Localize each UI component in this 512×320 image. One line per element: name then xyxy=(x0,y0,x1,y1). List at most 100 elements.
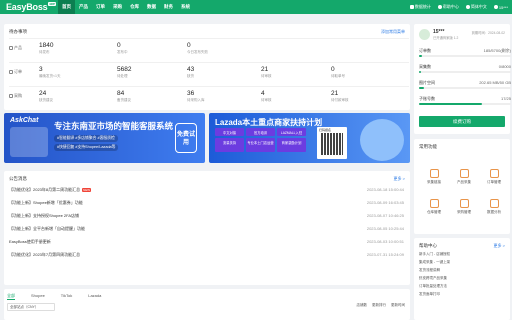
quick-item-icon xyxy=(489,169,499,178)
announcement-title: 【功能上新】Shopee新增「优惠券」功能 xyxy=(9,200,83,205)
metric-label: 备货建议 xyxy=(117,98,131,102)
metric-label: 今日发布失败 xyxy=(187,50,208,54)
quota-row: 采集数 0/8000 xyxy=(419,64,511,70)
quick-item-icon xyxy=(459,199,469,208)
help-article[interactable]: 虾皮跨境产品采集 xyxy=(419,276,450,281)
site-tab[interactable]: Shopee xyxy=(31,293,45,300)
sort-option[interactable]: 更新排行 xyxy=(372,303,386,308)
help-article[interactable]: 集成采集 - 一键上架 xyxy=(419,260,450,265)
announce-title: 公告消息 xyxy=(9,176,27,181)
lazada-tag: 商家激励计划 xyxy=(277,138,306,152)
todo-metric[interactable]: 4 待审核 xyxy=(261,90,272,103)
nav-item[interactable]: 产品 xyxy=(75,0,92,14)
add-menu-link[interactable]: 添加常用菜单 xyxy=(381,29,405,35)
todo-row: 采购 24 缺货建议 84 备货建议 36 待采购入库 4 待审核 21 待付款审核 xyxy=(9,86,409,110)
help-title: 帮助中心 xyxy=(419,243,437,248)
renew-button[interactable]: 续费订购 xyxy=(419,116,505,127)
todo-metric[interactable]: 21 待审核 xyxy=(261,66,272,79)
sort-option[interactable]: 店铺数 xyxy=(357,303,368,308)
user-icon xyxy=(493,5,498,9)
lazada-title: Lazada本土重点商家扶持计划 xyxy=(215,118,323,127)
help-article[interactable]: 订单批量处理方法 xyxy=(419,284,450,289)
quick-item[interactable]: 采集链接 xyxy=(420,169,448,185)
nav-item[interactable]: 仓库 xyxy=(126,0,143,14)
todo-metric[interactable]: 0 发布中 xyxy=(117,42,128,55)
announcement-date: 2023-08-07 10:46:25 xyxy=(366,213,404,218)
metric-label: 待付款审核 xyxy=(331,98,349,102)
announce-more-link[interactable]: 更多 > xyxy=(394,176,405,182)
help-more-link[interactable]: 更多 > xyxy=(494,243,505,249)
quick-item-label: 仓库管理 xyxy=(427,210,441,214)
quota-bar-fill xyxy=(419,103,482,105)
sort-option[interactable]: 更新时间 xyxy=(391,303,405,308)
help-article[interactable]: 发货流程讲解 xyxy=(419,268,450,273)
announcement-item[interactable]: 【功能上新】全平台新增「自动提醒」功能 2023-08-05 10:25:44 xyxy=(9,226,409,232)
todo-metric[interactable]: 36 待采购入库 xyxy=(187,90,205,103)
nav-item[interactable]: 首页 xyxy=(58,0,75,14)
nav-item[interactable]: 财务 xyxy=(160,0,177,14)
help-article[interactable]: 新手入门 - 店铺授权 xyxy=(419,252,450,257)
todo-metric[interactable]: 21 待付款审核 xyxy=(331,90,349,103)
todo-metric[interactable]: 0 待取单号 xyxy=(331,66,345,79)
avatar xyxy=(419,29,430,40)
quota-bar-fill xyxy=(419,87,424,89)
todo-metric[interactable]: 1840 待发布 xyxy=(39,42,53,55)
quota-label: 订单数 xyxy=(419,48,431,53)
site-tab[interactable]: Lazada xyxy=(88,293,101,300)
todo-metric[interactable]: 5682 待处理 xyxy=(117,66,131,79)
help-link[interactable]: 帮助中心 xyxy=(437,4,459,10)
quick-panel: 常用功能 采集链接 产品采集 订单管理 仓库管理 采购管理 数据分析 xyxy=(414,139,510,234)
brand-logo[interactable]: EasyBoss ERP xyxy=(6,2,57,12)
site-select[interactable]: 全部站点（CNY） xyxy=(7,303,55,311)
nav-item[interactable]: 采购 xyxy=(109,0,126,14)
category-icon xyxy=(9,46,13,50)
language-select[interactable]: 简体中文 xyxy=(465,4,487,10)
site-tab[interactable]: TikTok xyxy=(61,293,72,300)
todo-metric[interactable]: 24 缺货建议 xyxy=(39,90,53,103)
todo-metric[interactable]: 84 备货建议 xyxy=(117,90,131,103)
todo-metric[interactable]: 43 缺货 xyxy=(187,66,194,79)
nav-item[interactable]: 系统 xyxy=(177,0,194,14)
stats-link[interactable]: 数据统计 xyxy=(409,4,431,10)
nav-item[interactable]: 订单 xyxy=(92,0,109,14)
metric-value: 3 xyxy=(39,66,43,73)
announcement-item[interactable]: EasyBoss使用手册更新 2023-08-03 10:00:51 xyxy=(9,239,409,245)
metric-value: 0 xyxy=(331,66,335,73)
announcement-date: 2023-08-09 16:03:45 xyxy=(366,200,404,205)
announcement-item[interactable]: 【功能优化】2023年8月第二周功能汇总 NEW 2023-08-18 15:00:… xyxy=(9,187,409,193)
todo-metric[interactable]: 3 最晚发货<1天 xyxy=(39,66,61,79)
category-icon xyxy=(9,94,13,98)
top-bar: EasyBoss ERP 首页 产品 订单 采购 仓库 数据 财务 系统 数据统计 帮助中心 简… xyxy=(0,0,512,14)
announcement-date: 2023-08-05 10:25:44 xyxy=(366,226,404,231)
site-tab[interactable]: 全部 xyxy=(7,293,15,300)
user-menu[interactable]: 15*** xyxy=(493,5,508,10)
quick-item[interactable]: 仓库管理 xyxy=(420,199,448,215)
quota-bar xyxy=(419,87,511,89)
quick-item[interactable]: 数据分析 xyxy=(480,199,508,215)
category-icon xyxy=(9,70,13,74)
quota-bar xyxy=(419,103,511,105)
quick-item[interactable]: 采购管理 xyxy=(450,199,478,215)
todo-title: 待办事项 xyxy=(9,29,27,34)
announcement-item[interactable]: 【功能上新】支持授权Shopee 2FA店铺 2023-08-07 10:46:2… xyxy=(9,213,409,219)
todo-metric[interactable]: 0 今日发布失败 xyxy=(187,42,208,55)
quick-item[interactable]: 产品采集 xyxy=(450,169,478,185)
askchat-banner[interactable]: AskChat 专注东南亚市场的智能客服系统 #智能翻译 #多店铺聚合 #客服质… xyxy=(4,113,205,163)
help-icon xyxy=(437,5,442,9)
metric-label: 待审核 xyxy=(261,74,272,78)
quick-item[interactable]: 订单管理 xyxy=(480,169,508,185)
announcement-item[interactable]: 【功能优化】2023年7月第四周功能汇总 2023-07-31 15:24:09 xyxy=(9,252,409,258)
announcement-date: 2023-07-31 15:24:09 xyxy=(366,252,404,257)
free-trial-badge[interactable]: 免费试用 xyxy=(175,123,197,153)
help-article[interactable]: 发货面单打印 xyxy=(419,292,450,297)
lazada-banner[interactable]: Lazada本土重点商家扶持计划 中文对接 官方培训 LAZMALL入驻 流量扶持 专业… xyxy=(209,113,410,163)
nav-item[interactable]: 数据 xyxy=(143,0,160,14)
help-panel: 帮助中心 更多 > 新手入门 - 店铺授权 集成采集 - 一键上架 发货流程讲解 虾皮… xyxy=(414,238,510,320)
quota-row: 图片空间 202.65 MB/50 GB xyxy=(419,80,511,86)
announcement-item[interactable]: 【功能上新】Shopee新增「优惠券」功能 2023-08-09 16:03:45 xyxy=(9,200,409,206)
quota-label: 子账号数 xyxy=(419,96,435,101)
quota-bar-fill xyxy=(419,71,421,73)
metric-label: 待发布 xyxy=(39,50,50,54)
askchat-tags: #智能翻译 #多店铺聚合 #客服质检 xyxy=(54,135,118,142)
metric-label: 待取单号 xyxy=(331,74,345,78)
